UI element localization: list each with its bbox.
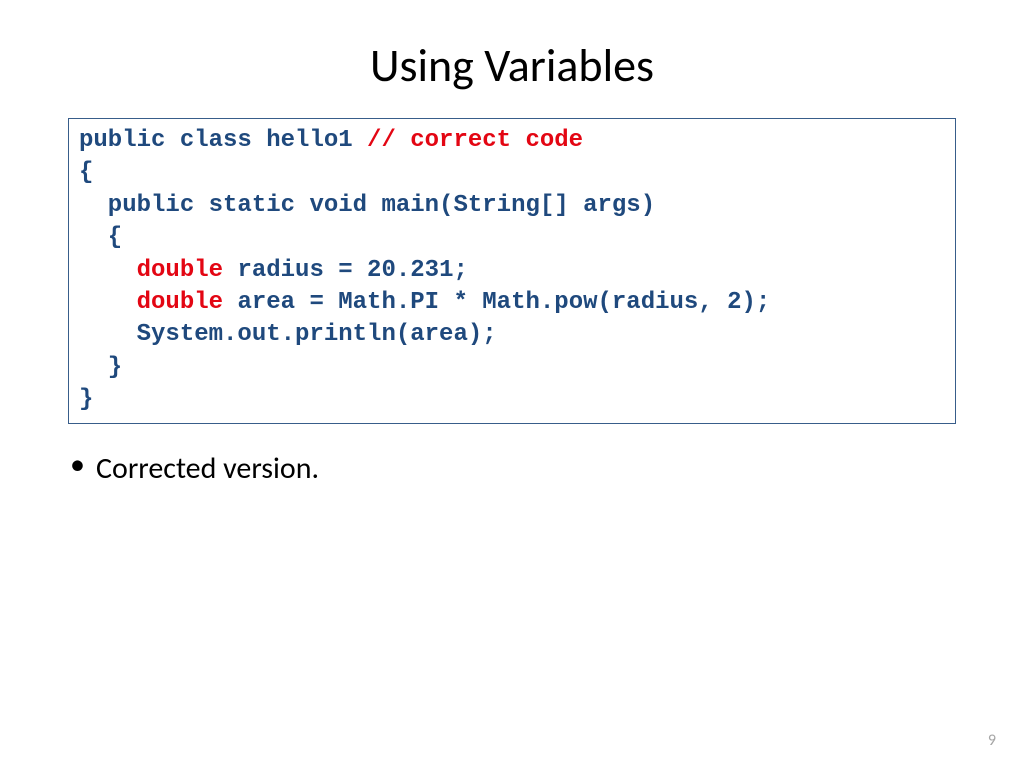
code-text: radius = 20.231; bbox=[237, 257, 467, 284]
code-block: public class hello1 // correct code { pu… bbox=[68, 118, 956, 424]
code-text: System.out.println(area); bbox=[79, 321, 497, 348]
code-text: } bbox=[79, 354, 122, 381]
page-number: 9 bbox=[988, 731, 996, 750]
code-text: public static void main(String[] args) bbox=[79, 192, 655, 219]
code-text: area = Math.PI * Math.pow(radius, 2); bbox=[237, 289, 770, 316]
slide: Using Variables public class hello1 // c… bbox=[0, 0, 1024, 768]
bullet-list: Corrected version. bbox=[60, 450, 964, 487]
slide-title: Using Variables bbox=[60, 38, 964, 94]
code-text: { bbox=[79, 224, 122, 251]
code-text: } bbox=[79, 386, 93, 413]
code-text bbox=[79, 289, 137, 316]
code-text bbox=[79, 257, 137, 284]
bullet-item: Corrected version. bbox=[60, 450, 964, 487]
code-keyword: double bbox=[137, 257, 238, 284]
code-keyword: double bbox=[137, 289, 238, 316]
code-comment: // correct code bbox=[367, 127, 583, 154]
code-text: public class hello1 bbox=[79, 127, 367, 154]
code-text: { bbox=[79, 159, 93, 186]
